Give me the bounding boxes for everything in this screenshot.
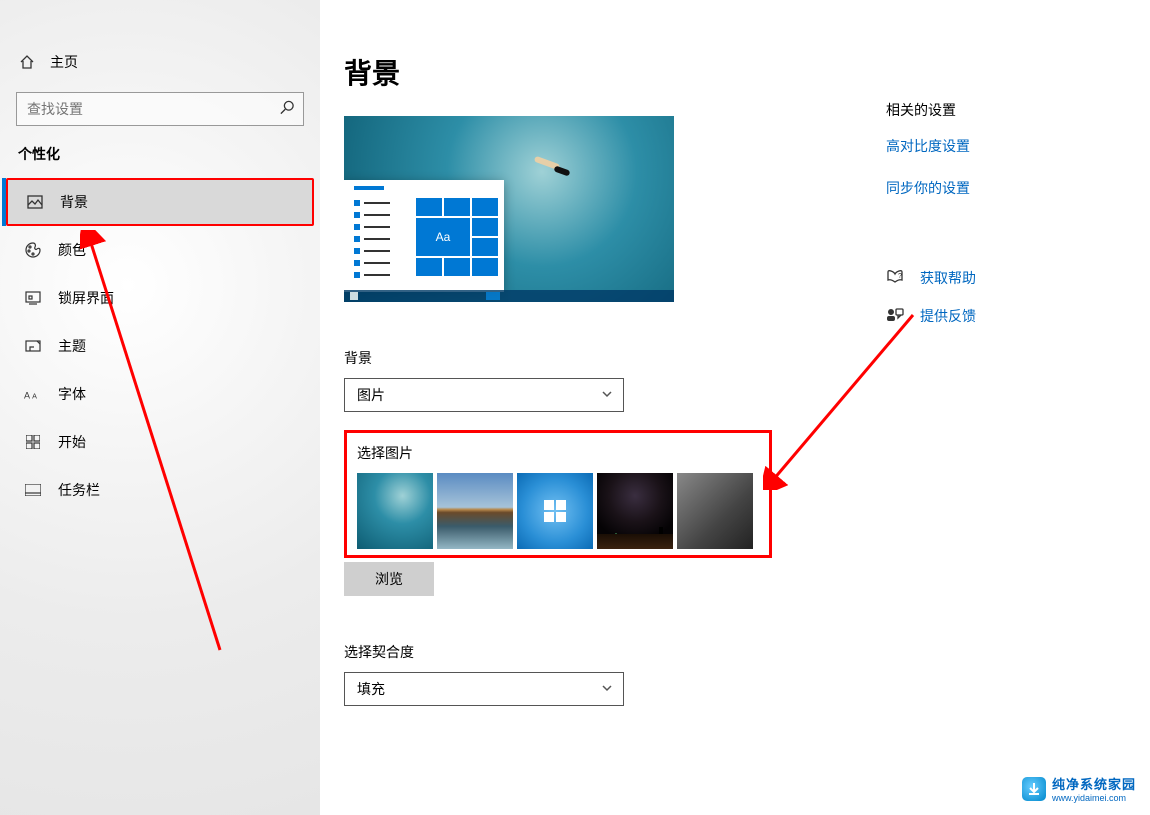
navitem-lockscreen[interactable]: 锁屏界面: [6, 274, 314, 322]
watermark-line1: 纯净系统家园: [1052, 774, 1136, 793]
fit-label: 选择契合度: [344, 642, 1126, 662]
picture-thumbnails: [357, 473, 759, 549]
fit-dropdown-value: 填充: [357, 679, 385, 699]
navitem-label: 任务栏: [58, 480, 100, 500]
navitem-label: 开始: [58, 432, 86, 452]
navitem-themes[interactable]: 主题: [6, 322, 314, 370]
search-wrap: [16, 92, 304, 126]
navitem-background[interactable]: 背景: [6, 178, 314, 226]
navitem-colors[interactable]: 颜色: [6, 226, 314, 274]
thumb-1[interactable]: [357, 473, 433, 549]
background-dropdown-value: 图片: [357, 385, 385, 405]
related-heading: 相关的设置: [886, 100, 1116, 120]
navitem-label: 背景: [60, 192, 88, 212]
annotation-redbox-thumbs: 选择图片: [344, 430, 772, 558]
taskbar-icon: [24, 484, 42, 496]
thumb-3[interactable]: [517, 473, 593, 549]
watermark-line2: www.yidaimei.com: [1052, 793, 1136, 803]
palette-icon: [24, 242, 42, 258]
fit-dropdown[interactable]: 填充: [344, 672, 624, 706]
sidebar: 主页 个性化 背景 颜色: [0, 0, 320, 815]
fonts-icon: A A: [24, 387, 42, 401]
watermark: 纯净系统家园 www.yidaimei.com: [1018, 772, 1140, 805]
themes-icon: [24, 338, 42, 354]
help-link: 获取帮助: [920, 268, 976, 288]
navitem-start[interactable]: 开始: [6, 418, 314, 466]
home-icon: [18, 54, 36, 70]
background-dropdown[interactable]: 图片: [344, 378, 624, 412]
related-link-sync[interactable]: 同步你的设置: [886, 178, 1116, 198]
choose-picture-label: 选择图片: [357, 443, 759, 463]
start-icon: [24, 435, 42, 449]
feedback-link: 提供反馈: [920, 306, 976, 326]
navitem-label: 颜色: [58, 240, 86, 260]
preview-taskbar: [344, 290, 674, 302]
image-icon: [26, 194, 44, 210]
search-input[interactable]: [16, 92, 304, 126]
navitem-label: 锁屏界面: [58, 288, 114, 308]
background-preview: Aa: [344, 116, 674, 302]
watermark-text: 纯净系统家园 www.yidaimei.com: [1052, 774, 1136, 803]
lockscreen-icon: [24, 290, 42, 306]
page-title: 背景: [344, 52, 1126, 92]
help-icon: ?: [886, 269, 904, 287]
watermark-icon: [1022, 777, 1046, 801]
chevron-down-icon: [601, 387, 613, 403]
navitem-fonts[interactable]: A A 字体: [6, 370, 314, 418]
svg-text:A: A: [24, 391, 30, 401]
svg-text:A: A: [32, 392, 37, 401]
background-label: 背景: [344, 348, 1126, 368]
help-row[interactable]: ? 获取帮助: [886, 268, 1116, 288]
chevron-down-icon: [601, 681, 613, 697]
preview-mini-window: Aa: [344, 180, 504, 292]
preview-aa-tile: Aa: [416, 218, 470, 256]
feedback-icon: [886, 307, 904, 325]
browse-button[interactable]: 浏览: [344, 562, 434, 596]
thumb-4[interactable]: [597, 473, 673, 549]
search-icon: [280, 101, 294, 118]
feedback-row[interactable]: 提供反馈: [886, 306, 1116, 326]
navitem-label: 主题: [58, 336, 86, 356]
home-row[interactable]: 主页: [0, 40, 320, 84]
sidebar-category: 个性化: [0, 144, 320, 178]
svg-text:?: ?: [898, 273, 902, 280]
thumb-2[interactable]: [437, 473, 513, 549]
navitem-taskbar[interactable]: 任务栏: [6, 466, 314, 514]
navitem-label: 字体: [58, 384, 86, 404]
related-settings: 相关的设置 高对比度设置 同步你的设置 ? 获取帮助 提供反馈: [886, 100, 1116, 326]
preview-swimmer: [534, 160, 560, 166]
related-link-contrast[interactable]: 高对比度设置: [886, 136, 1116, 156]
thumb-5[interactable]: [677, 473, 753, 549]
home-label: 主页: [50, 52, 78, 72]
